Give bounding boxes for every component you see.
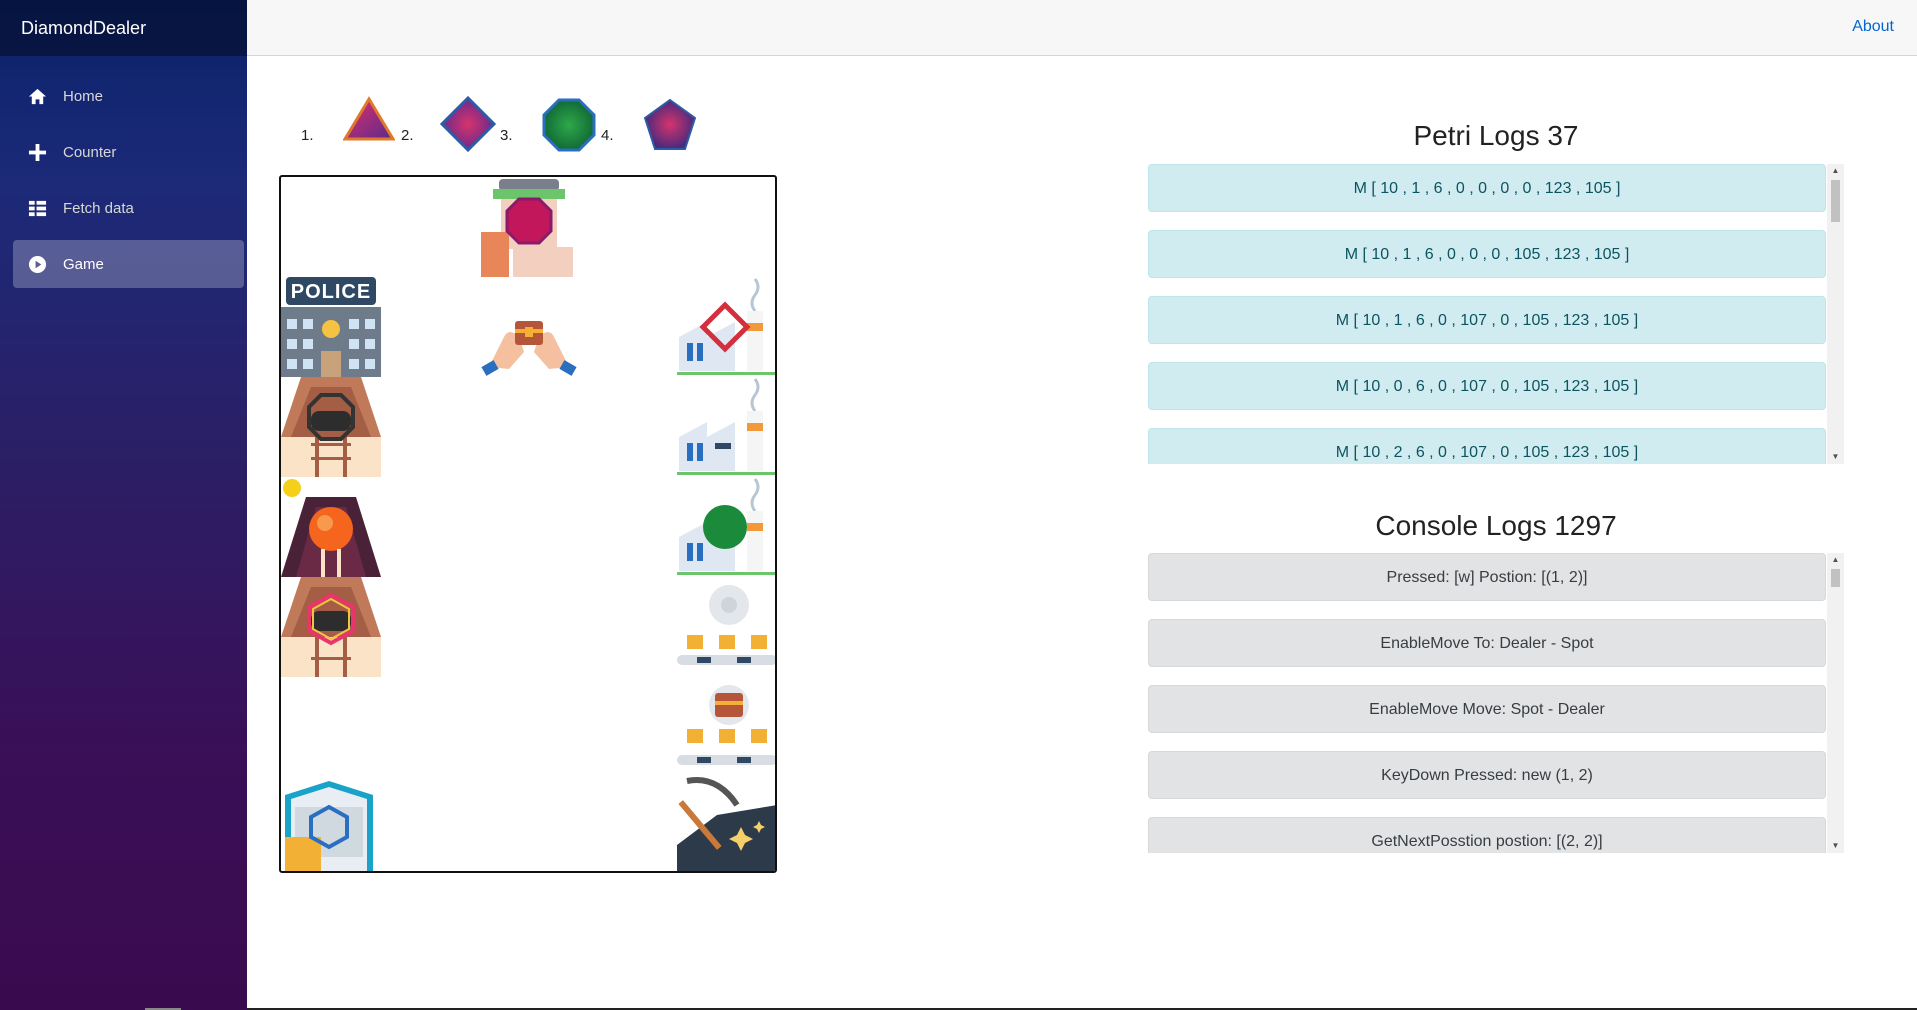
petri-log-entry: M [ 10 , 1 , 6 , 0 , 107 , 0 , 105 , 123…: [1148, 296, 1826, 344]
sidebar-item-fetch-data[interactable]: Fetch data: [13, 184, 244, 232]
legend-item: 2.: [401, 110, 414, 160]
petri-log-entry: M [ 10 , 2 , 6 , 0 , 107 , 0 , 105 , 123…: [1148, 428, 1826, 464]
octagon-gem-icon: [542, 98, 596, 152]
sidebar-item-label: Home: [63, 87, 104, 105]
sidebar-item-label: Game: [63, 255, 104, 273]
pickaxe-icon[interactable]: [677, 775, 777, 873]
sidebar-item-label: Fetch data: [63, 199, 134, 217]
console-scrollbar[interactable]: ▲ ▼: [1827, 553, 1844, 853]
list-icon: [27, 198, 47, 218]
scroll-thumb[interactable]: [1831, 180, 1840, 222]
console-log-entry: Pressed: [w] Postion: [(1, 2)]: [1148, 553, 1826, 601]
petri-scrollbar[interactable]: ▲ ▼: [1827, 164, 1844, 464]
petri-logs-title: Petri Logs 37: [1413, 120, 1579, 151]
legend-number: 4.: [601, 126, 614, 144]
legend-item: 4.: [601, 110, 614, 160]
legend-item: 1.: [301, 110, 314, 160]
hands-chest-icon[interactable]: [479, 297, 579, 377]
mine-orange-gem-icon[interactable]: [281, 477, 381, 577]
factory-icon[interactable]: [677, 377, 777, 477]
legend-number: 3.: [500, 126, 513, 144]
sidebar: DiamondDealer Home Counter Fetch data Ga…: [0, 0, 247, 1010]
scroll-down-icon[interactable]: ▼: [1827, 839, 1844, 853]
conveyor-gear-icon[interactable]: [677, 577, 777, 677]
warehouse-icon[interactable]: [281, 777, 377, 873]
legend-number: 1.: [301, 126, 314, 144]
console-log-entry: EnableMove To: Dealer - Spot: [1148, 619, 1826, 667]
petri-log-list[interactable]: M [ 10 , 1 , 6 , 0 , 0 , 0 , 0 , 123 , 1…: [1148, 164, 1844, 464]
console-log-entry: KeyDown Pressed: new (1, 2): [1148, 751, 1826, 799]
plus-icon: [27, 142, 47, 162]
diamond-gem-icon: [440, 96, 496, 152]
console-log-entry: EnableMove Move: Spot - Dealer: [1148, 685, 1826, 733]
legend-number: 2.: [401, 126, 414, 144]
scroll-down-icon[interactable]: ▼: [1827, 450, 1844, 464]
top-row: About: [247, 0, 1917, 56]
market-stall-icon[interactable]: [479, 177, 579, 277]
console-log-list[interactable]: Pressed: [w] Postion: [(1, 2)] EnableMov…: [1148, 553, 1844, 853]
brand-title[interactable]: DiamondDealer: [0, 0, 247, 56]
game-board[interactable]: POLICE: [279, 175, 777, 873]
sidebar-item-counter[interactable]: Counter: [13, 128, 244, 176]
play-circle-icon: [27, 254, 47, 274]
scroll-thumb[interactable]: [1831, 569, 1840, 587]
petri-log-entry: M [ 10 , 1 , 6 , 0 , 0 , 0 , 105 , 123 ,…: [1148, 230, 1826, 278]
sidebar-item-label: Counter: [63, 143, 117, 161]
police-station-icon[interactable]: POLICE: [281, 277, 381, 377]
conveyor-chest-icon[interactable]: [677, 677, 777, 777]
factory-green-gem-icon[interactable]: [677, 477, 777, 577]
scroll-up-icon[interactable]: ▲: [1827, 553, 1844, 567]
sidebar-item-game[interactable]: Game: [13, 240, 244, 288]
sidebar-item-home[interactable]: Home: [13, 72, 244, 120]
petri-log-entry: M [ 10 , 0 , 6 , 0 , 107 , 0 , 105 , 123…: [1148, 362, 1826, 410]
home-icon: [27, 86, 47, 106]
police-label: POLICE: [290, 281, 372, 303]
console-logs-title: Console Logs 1297: [1375, 510, 1617, 541]
about-link[interactable]: About: [1852, 18, 1894, 36]
petri-log-entry: M [ 10 , 1 , 6 , 0 , 0 , 0 , 0 , 123 , 1…: [1148, 164, 1826, 212]
console-log-entry: GetNextPosstion postion: [(2, 2)]: [1148, 817, 1826, 853]
triangle-gem-icon: [343, 96, 395, 141]
factory-diamond-icon[interactable]: [677, 277, 777, 377]
scroll-up-icon[interactable]: ▲: [1827, 164, 1844, 178]
pentagon-gem-icon: [643, 98, 697, 150]
mine-octagon-icon[interactable]: [281, 377, 381, 477]
mine-hexagon-icon[interactable]: [281, 577, 381, 677]
legend-item: 3.: [500, 110, 513, 160]
